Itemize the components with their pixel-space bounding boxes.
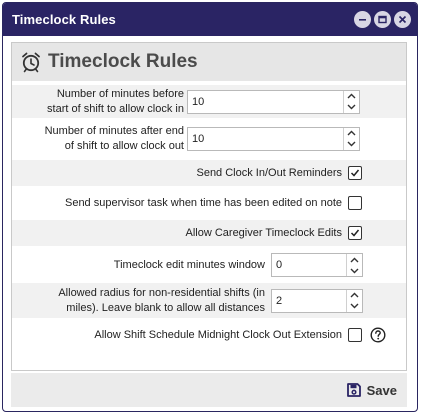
chevron-down-icon [350, 268, 359, 273]
radius-label-line1: Allowed radius for non-residential shift… [58, 286, 265, 299]
panel-header: Timeclock Rules [12, 43, 406, 81]
edit-window-decrement[interactable] [347, 265, 362, 276]
panel-title: Timeclock Rules [48, 51, 198, 72]
midnight-extension-label: Allow Shift Schedule Midnight Clock Out … [94, 328, 342, 341]
caregiver-edits-checkbox[interactable] [348, 226, 362, 240]
minutes-after-label-line1: Number of minutes after end [44, 124, 184, 137]
edit-window-row: Timeclock edit minutes window [12, 251, 406, 279]
close-button[interactable] [394, 11, 411, 28]
close-icon [398, 15, 407, 24]
minutes-before-decrement[interactable] [344, 102, 359, 113]
help-button[interactable] [370, 327, 386, 343]
radius-label: Allowed radius for non-residential shift… [58, 286, 271, 316]
chevron-up-icon [350, 257, 359, 262]
send-reminders-row: Send Clock In/Out Reminders [12, 160, 406, 186]
minutes-after-row: Number of minutes after end of shift to … [12, 122, 406, 155]
chevron-down-icon [347, 104, 356, 110]
minutes-before-stepper[interactable] [187, 89, 360, 114]
maximize-button[interactable] [374, 11, 391, 28]
minutes-after-label-line2: of shift to allow clock out [64, 139, 184, 152]
chevron-up-icon [347, 93, 356, 99]
supervisor-task-label: Send supervisor task when time has been … [64, 196, 342, 209]
save-button[interactable]: Save [346, 382, 397, 398]
minutes-after-input[interactable] [188, 127, 343, 150]
supervisor-task-checkbox[interactable] [348, 196, 362, 210]
minutes-before-label-line1: Number of minutes before [56, 87, 184, 100]
edit-window-stepper[interactable] [271, 253, 363, 277]
minimize-icon [359, 19, 366, 21]
send-reminders-checkbox[interactable] [348, 166, 362, 180]
minutes-before-increment[interactable] [344, 91, 359, 102]
help-circle-icon [370, 327, 386, 343]
edit-window-input[interactable] [272, 254, 346, 276]
minutes-before-row: Number of minutes before start of shift … [12, 85, 406, 118]
minutes-before-label: Number of minutes before start of shift … [12, 87, 184, 117]
edit-window-increment[interactable] [347, 254, 362, 265]
chevron-up-icon [350, 292, 359, 298]
timeclock-rules-window: Timeclock Rules Timeclock Rules Number o… [2, 2, 418, 412]
radius-row: Allowed radius for non-residential shift… [12, 283, 406, 318]
send-reminders-label: Send Clock In/Out Reminders [196, 166, 342, 179]
minimize-button[interactable] [354, 11, 371, 28]
alarm-clock-icon [22, 52, 40, 73]
radius-stepper[interactable] [271, 288, 363, 313]
edit-window-arrows [346, 254, 362, 276]
rules-panel: Timeclock Rules Number of minutes before… [11, 42, 407, 371]
checkmark-icon [350, 169, 360, 177]
minutes-after-increment[interactable] [344, 128, 359, 139]
edit-window-label: Timeclock edit minutes window [113, 258, 265, 271]
minutes-after-stepper[interactable] [187, 126, 360, 151]
minutes-before-arrows [343, 90, 359, 113]
maximize-icon [378, 15, 387, 24]
caregiver-edits-row: Allow Caregiver Timeclock Edits [12, 220, 406, 246]
minutes-before-input[interactable] [188, 90, 343, 113]
radius-label-line2: miles). Leave blank to allow all distanc… [66, 301, 265, 314]
window-controls [354, 11, 411, 28]
caregiver-edits-label: Allow Caregiver Timeclock Edits [185, 226, 343, 239]
midnight-extension-checkbox[interactable] [348, 328, 362, 342]
window-title: Timeclock Rules [12, 12, 116, 27]
minutes-after-decrement[interactable] [344, 139, 359, 150]
minutes-before-label-line2: start of shift to allow clock in [47, 102, 184, 115]
minutes-after-label: Number of minutes after end of shift to … [12, 124, 184, 154]
midnight-extension-row: Allow Shift Schedule Midnight Clock Out … [12, 322, 406, 348]
radius-increment[interactable] [347, 290, 362, 301]
radius-arrows [346, 289, 362, 312]
checkmark-icon [350, 229, 360, 237]
floppy-disk-icon [346, 383, 361, 397]
radius-decrement[interactable] [347, 301, 362, 312]
minutes-after-arrows [343, 127, 359, 150]
save-button-label: Save [366, 382, 397, 398]
chevron-up-icon [347, 130, 356, 136]
chevron-down-icon [347, 141, 356, 147]
window-titlebar[interactable]: Timeclock Rules [3, 3, 417, 36]
chevron-down-icon [350, 303, 359, 309]
supervisor-task-row: Send supervisor task when time has been … [12, 190, 406, 216]
radius-input[interactable] [272, 289, 346, 312]
dialog-footer: Save [11, 373, 407, 407]
